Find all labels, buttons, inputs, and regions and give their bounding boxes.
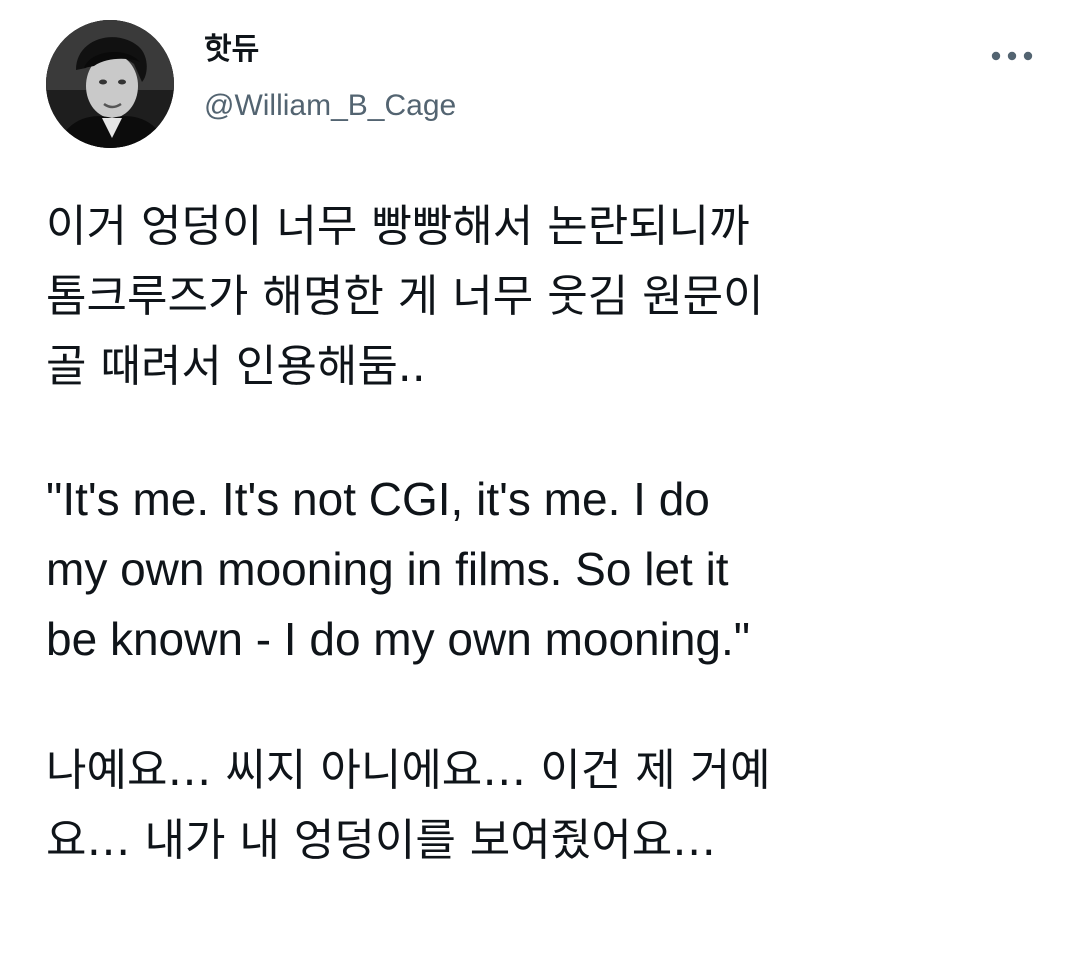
avatar-photo-icon xyxy=(46,20,174,148)
more-options-button[interactable] xyxy=(984,40,1040,72)
tweet-paragraph-korean-intro: 이거 엉덩이 너무 빵빵해서 논란되니까 톰크루즈가 해명한 게 너무 웃김 원… xyxy=(46,201,764,392)
tweet-text: 이거 엉덩이 너무 빵빵해서 논란되니까 톰크루즈가 해명한 게 너무 웃김 원… xyxy=(46,192,1046,876)
avatar[interactable] xyxy=(46,20,174,148)
more-horizontal-icon xyxy=(988,50,1036,62)
author-handle[interactable]: @William_B_Cage xyxy=(204,86,456,126)
author-display-name[interactable]: 핫듀 xyxy=(204,32,259,68)
tweet-paragraph-korean-translation: 나예요… 씨지 아니에요… 이건 제 거예 요… 내가 내 엉덩이를 보여줬어요… xyxy=(46,745,771,866)
tweet-card: 핫듀 @William_B_Cage 이거 엉덩이 너무 빵빵해서 논란되니까 … xyxy=(0,0,1080,965)
tweet-paragraph-english-quote: "It's me. It's not CGI, it's me. I do my… xyxy=(46,473,751,665)
